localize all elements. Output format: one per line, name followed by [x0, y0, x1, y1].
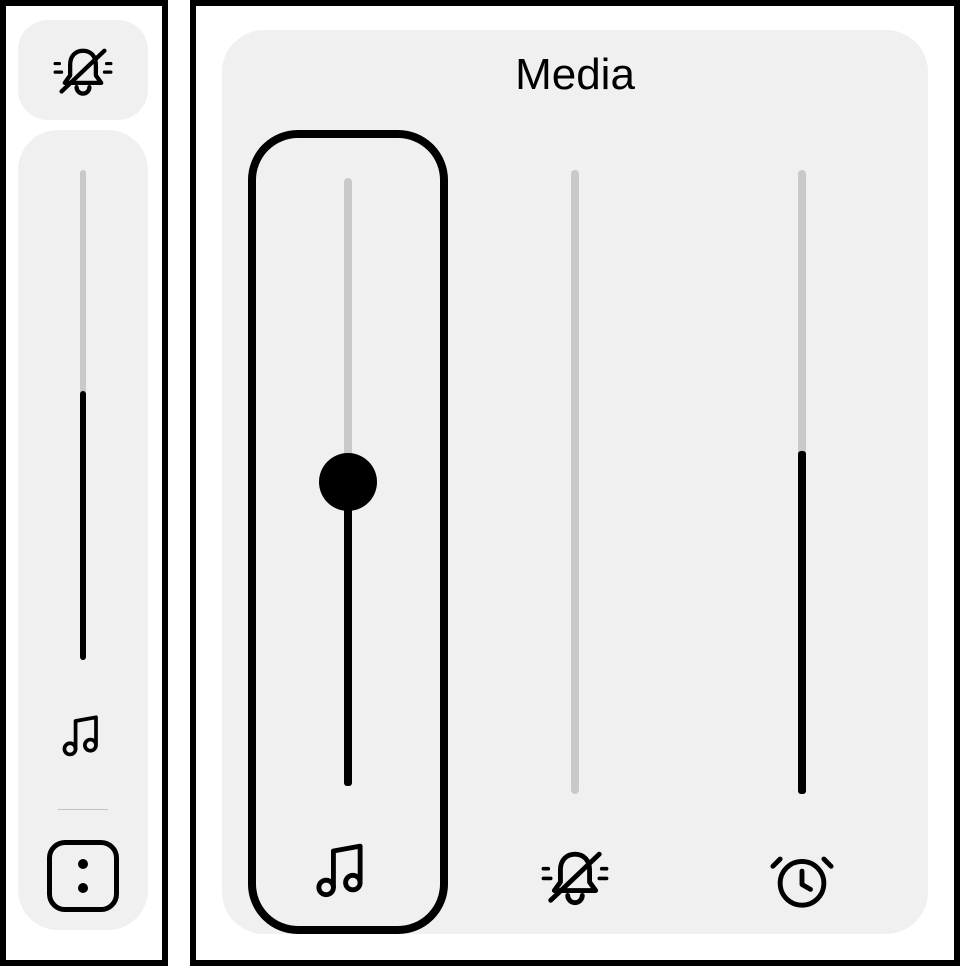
right-panel: Media — [190, 0, 960, 966]
slider-alarm[interactable] — [702, 130, 902, 934]
left-panel — [0, 0, 168, 966]
music-icon — [55, 708, 111, 760]
mini-volume-slider[interactable] — [18, 130, 148, 930]
volume-panel: Media — [222, 30, 928, 934]
divider — [58, 809, 108, 810]
more-icon — [78, 883, 88, 893]
alarm-icon — [702, 842, 902, 910]
slider-thumb[interactable] — [319, 453, 377, 511]
more-icon — [78, 859, 88, 869]
bell-muted-icon — [475, 842, 675, 910]
slider-notification[interactable] — [475, 130, 675, 934]
expand-button[interactable] — [47, 840, 119, 912]
panel-title: Media — [222, 50, 928, 100]
bell-muted-icon — [46, 40, 120, 100]
mute-toggle-button[interactable] — [18, 20, 148, 120]
slider-media[interactable] — [248, 130, 448, 934]
music-icon — [256, 834, 440, 902]
